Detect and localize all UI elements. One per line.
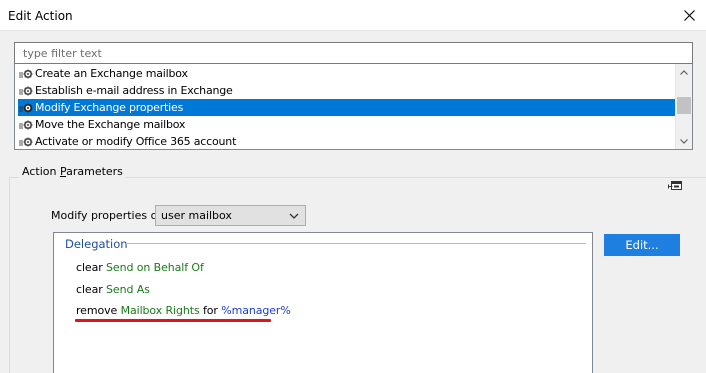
action-gear-icon bbox=[19, 69, 33, 78]
window-title: Edit Action bbox=[8, 9, 73, 23]
filter-field[interactable] bbox=[14, 42, 693, 64]
rule-line: remove Mailbox Rights for %manager% bbox=[76, 304, 291, 317]
rule-target: Send on Behalf Of bbox=[106, 261, 204, 274]
group-title-rest: arameters bbox=[66, 165, 123, 178]
select-value: user mailbox bbox=[161, 209, 232, 222]
rule-preposition: for bbox=[203, 304, 218, 317]
chevron-down-icon bbox=[680, 138, 688, 144]
action-gear-icon bbox=[19, 103, 33, 112]
chevron-down-icon bbox=[289, 213, 299, 219]
rule-target: Send As bbox=[106, 283, 150, 296]
edit-button[interactable]: Edit... bbox=[604, 234, 680, 256]
scroll-up-button[interactable] bbox=[676, 64, 692, 80]
modify-properties-label: Modify properties of bbox=[51, 209, 162, 222]
filter-input[interactable] bbox=[15, 43, 692, 63]
close-button[interactable] bbox=[672, 0, 706, 31]
rule-line: clear Send on Behalf Of bbox=[76, 261, 204, 274]
chevron-up-icon bbox=[680, 69, 688, 75]
rule-verb: clear bbox=[76, 261, 103, 274]
action-list[interactable]: Create an Exchange mailbox Establish e-m… bbox=[14, 64, 693, 150]
list-item-move-mailbox[interactable]: Move the Exchange mailbox bbox=[18, 116, 676, 133]
action-gear-icon bbox=[19, 86, 33, 95]
rule-verb: remove bbox=[76, 304, 118, 317]
highlight-underline bbox=[75, 319, 271, 322]
action-gear-icon bbox=[19, 120, 33, 129]
section-divider bbox=[126, 243, 586, 244]
modify-properties-select[interactable]: user mailbox bbox=[155, 205, 306, 226]
list-item-label: Activate or modify Office 365 account bbox=[35, 135, 237, 148]
list-item-label: Modify Exchange properties bbox=[35, 101, 184, 114]
scroll-thumb[interactable] bbox=[677, 97, 691, 114]
list-item-activate-office365[interactable]: Activate or modify Office 365 account bbox=[18, 133, 676, 149]
list-item-label: Create an Exchange mailbox bbox=[35, 67, 188, 80]
delegation-panel: Delegation clear Send on Behalf Of clear… bbox=[53, 232, 593, 373]
list-item-label: Move the Exchange mailbox bbox=[35, 118, 186, 131]
close-icon bbox=[683, 10, 695, 21]
list-item-label: Establish e-mail address in Exchange bbox=[35, 84, 233, 97]
pin-panel-icon[interactable] bbox=[668, 180, 683, 193]
scroll-down-button[interactable] bbox=[676, 133, 692, 149]
title-bar: Edit Action bbox=[0, 0, 706, 31]
action-gear-icon bbox=[19, 137, 33, 146]
list-item-establish-email[interactable]: Establish e-mail address in Exchange bbox=[18, 82, 676, 99]
rule-target: Mailbox Rights bbox=[120, 304, 200, 317]
group-title: Action Parameters bbox=[19, 165, 126, 178]
rule-variable: %manager% bbox=[221, 304, 291, 317]
group-title-prefix: Action bbox=[22, 165, 60, 178]
list-item-create-mailbox[interactable]: Create an Exchange mailbox bbox=[18, 65, 676, 82]
rule-verb: clear bbox=[76, 283, 103, 296]
list-scrollbar[interactable] bbox=[675, 64, 692, 149]
section-title: Delegation bbox=[65, 237, 128, 251]
list-item-modify-exchange[interactable]: Modify Exchange properties bbox=[18, 99, 676, 116]
rule-line: clear Send As bbox=[76, 283, 150, 296]
